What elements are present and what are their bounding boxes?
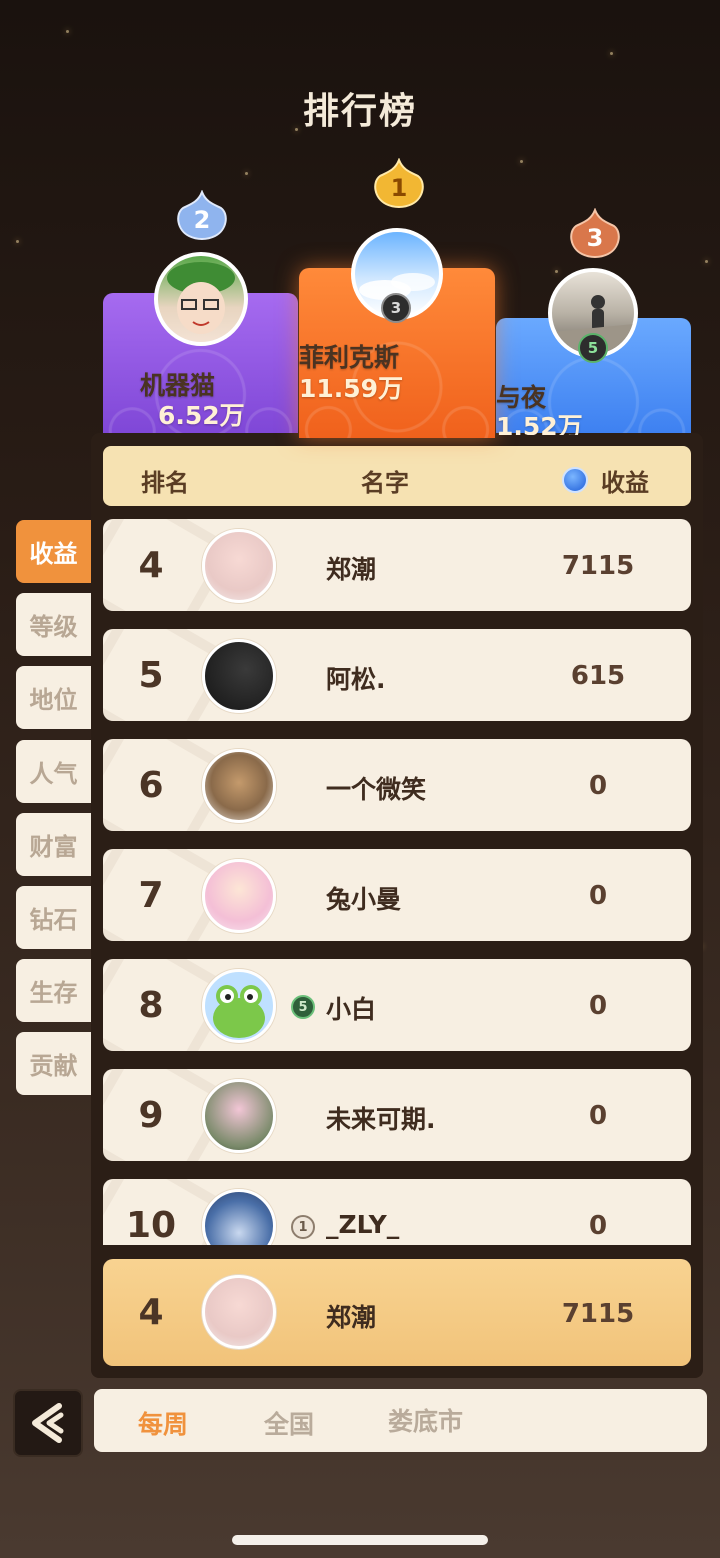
avatar-rank-2[interactable] xyxy=(154,252,248,346)
level-badge-rank-1: 3 xyxy=(381,293,411,323)
tab-city[interactable]: 娄底市 xyxy=(388,1402,463,1438)
side-tab-wealth[interactable]: 财富 xyxy=(16,813,91,876)
row-score: 0 xyxy=(588,1211,608,1241)
header-rank: 排名 xyxy=(141,469,189,497)
side-tab-income[interactable]: 收益 xyxy=(16,520,91,583)
row-name: 郑潮 xyxy=(326,555,377,584)
my-score: 7115 xyxy=(561,1299,635,1329)
side-tab-contribution[interactable]: 贡献 xyxy=(16,1032,91,1095)
row-rank: 8 xyxy=(138,985,164,1026)
page-title: 排行榜 xyxy=(302,91,417,132)
level-badge: 5 xyxy=(291,995,315,1019)
ranking-list[interactable]: 4 郑潮 7115 5 阿松. 615 6 一个微笑 0 7 兔小曼 0 8 5… xyxy=(103,519,691,1245)
my-name: 郑潮 xyxy=(326,1303,377,1332)
avatar[interactable] xyxy=(202,1079,276,1153)
home-indicator[interactable] xyxy=(232,1535,488,1545)
side-tab-survival[interactable]: 生存 xyxy=(16,959,91,1022)
row-rank: 7 xyxy=(138,875,164,916)
row-score: 615 xyxy=(570,661,626,691)
table-row[interactable]: 10 1 _ZLY_ 0 xyxy=(103,1179,691,1245)
avatar[interactable] xyxy=(202,639,276,713)
table-row[interactable]: 6 一个微笑 0 xyxy=(103,739,691,831)
podium-value-rank-2: 6.52万 xyxy=(158,401,245,430)
row-rank: 9 xyxy=(138,1095,164,1136)
table-row[interactable]: 7 兔小曼 0 xyxy=(103,849,691,941)
table-row[interactable]: 9 未来可期. 0 xyxy=(103,1069,691,1161)
row-name: _ZLY_ xyxy=(326,1210,400,1239)
rank-2-medal-number: 2 xyxy=(194,206,211,234)
table-row[interactable]: 8 5 小白 0 xyxy=(103,959,691,1051)
side-tab-popularity[interactable]: 人气 xyxy=(16,740,91,803)
avatar[interactable] xyxy=(202,859,276,933)
header-score: 收益 xyxy=(601,469,649,497)
rank-1-medal-icon: 1 xyxy=(374,158,424,208)
tab-weekly[interactable]: 每周 xyxy=(138,1405,188,1441)
podium-value-rank-1: 11.59万 xyxy=(299,374,404,403)
back-arrow-icon xyxy=(32,1403,64,1443)
blue-coin-icon xyxy=(562,467,588,493)
row-rank: 5 xyxy=(138,655,164,696)
header-name: 名字 xyxy=(361,469,409,497)
back-button[interactable] xyxy=(13,1389,83,1457)
rank-3-medal-number: 3 xyxy=(587,224,604,252)
side-tab-level[interactable]: 等级 xyxy=(16,593,91,656)
row-score: 0 xyxy=(588,881,608,911)
row-name: 未来可期. xyxy=(326,1105,436,1134)
side-tab-status[interactable]: 地位 xyxy=(16,666,91,729)
avatar[interactable] xyxy=(202,969,276,1043)
rank-2-medal-icon: 2 xyxy=(177,190,227,240)
row-name: 小白 xyxy=(326,995,377,1024)
my-rank-row[interactable]: 4 郑潮 7115 xyxy=(103,1259,691,1366)
table-row[interactable]: 4 郑潮 7115 xyxy=(103,519,691,611)
table-row[interactable]: 5 阿松. 615 xyxy=(103,629,691,721)
level-badge: 1 xyxy=(291,1215,315,1239)
row-name: 一个微笑 xyxy=(326,775,427,804)
row-rank: 6 xyxy=(138,765,164,806)
level-badge-rank-3: 5 xyxy=(578,333,608,363)
row-score: 0 xyxy=(588,991,608,1021)
avatar[interactable] xyxy=(202,749,276,823)
side-tab-diamond[interactable]: 钻石 xyxy=(16,886,91,949)
period-tabs: 每周 全国 娄底市 xyxy=(94,1389,707,1452)
my-rank: 4 xyxy=(138,1292,164,1333)
row-score: 0 xyxy=(588,771,608,801)
rank-1-medal-number: 1 xyxy=(391,174,408,202)
row-score: 7115 xyxy=(561,551,635,581)
row-score: 0 xyxy=(588,1101,608,1131)
rank-3-medal-icon: 3 xyxy=(570,208,620,258)
avatar[interactable] xyxy=(202,529,276,603)
my-avatar[interactable] xyxy=(202,1275,276,1349)
row-name: 阿松. xyxy=(326,665,386,694)
row-name: 兔小曼 xyxy=(326,885,402,914)
row-rank: 10 xyxy=(125,1205,177,1245)
tab-national[interactable]: 全国 xyxy=(264,1405,314,1441)
table-header: 排名 名字 收益 xyxy=(103,446,691,506)
podium-value-rank-3: 1.52万 xyxy=(496,412,583,435)
row-rank: 4 xyxy=(138,545,164,586)
